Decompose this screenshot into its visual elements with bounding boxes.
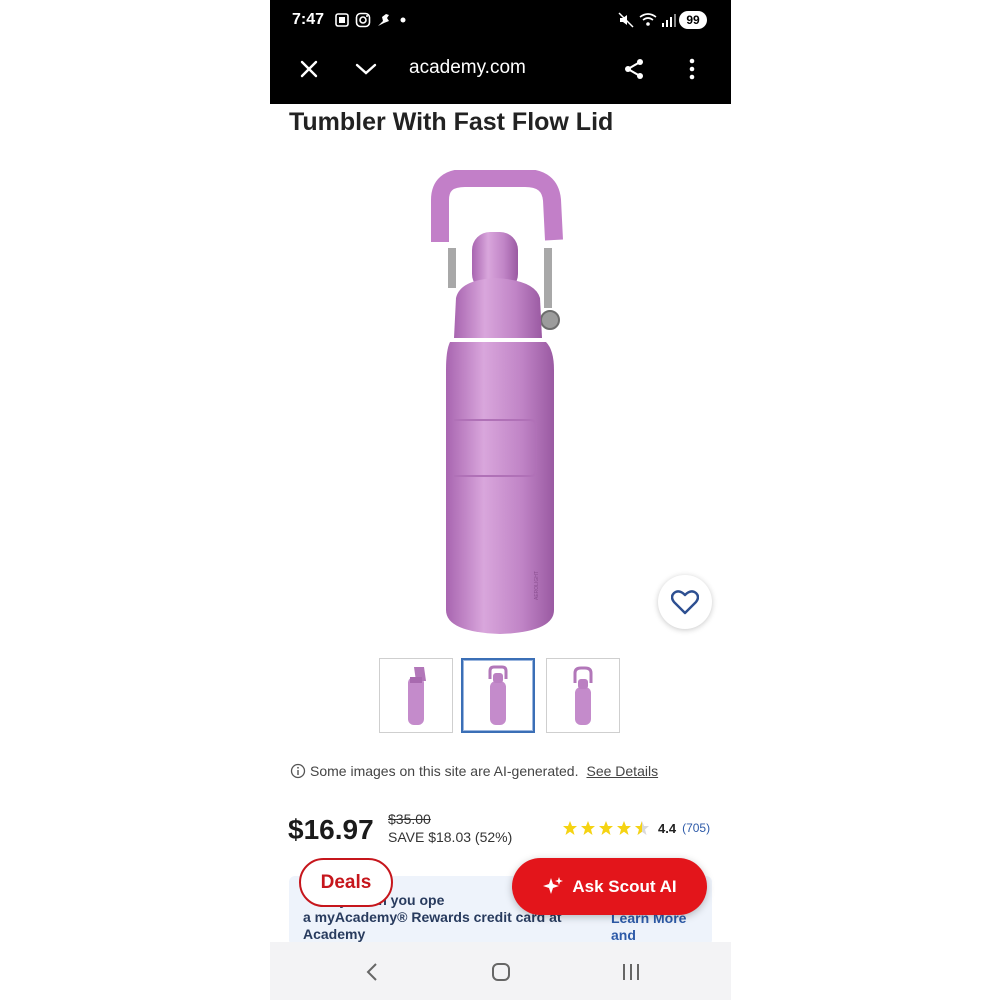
phone-screen: 7:47 99 academy.com Tumbler With Fast Fl… [270,0,731,1000]
home-button[interactable] [490,960,512,984]
heart-icon [671,590,699,615]
battery-indicator: 99 [679,11,707,29]
chevron-down-icon [355,63,377,75]
star-icon [617,821,631,835]
see-details-link[interactable]: See Details [586,763,658,779]
deals-button[interactable]: Deals [299,858,393,907]
home-icon [492,963,510,981]
ai-notice-text: Some images on this site are AI-generate… [310,763,579,779]
thumbnail-selected[interactable] [461,658,535,733]
ai-notice: Some images on this site are AI-generate… [290,763,658,779]
thumbnail-image [488,665,508,725]
star-icon [581,821,595,835]
mute-icon [618,12,634,28]
star-icon [599,821,613,835]
review-count-link[interactable]: (705) [682,821,710,835]
star-half-icon [635,821,649,835]
minimize-button[interactable] [353,56,379,82]
info-icon [290,763,306,779]
thumbnail-strip [379,658,621,734]
close-tab-button[interactable] [296,56,322,82]
wifi-icon [639,13,657,26]
ask-scout-ai-button[interactable]: Ask Scout AI [512,858,707,915]
back-icon [366,963,377,981]
browser-top-bar: 7:47 99 academy.com [270,0,731,104]
star-icon [563,821,577,835]
wishlist-button[interactable] [658,575,712,629]
thumbnail-image [573,666,593,725]
signal-icon [662,14,676,27]
current-price: $16.97 [288,814,374,845]
share-button[interactable] [621,56,647,82]
rating-value: 4.4 [658,820,677,836]
rating[interactable]: 4.4 (705) [562,820,710,836]
recents-icon [623,964,639,980]
thumbnail[interactable] [379,658,453,733]
share-icon [625,59,643,79]
credit-line-3: Academy [303,926,366,942]
ask-scout-label: Ask Scout AI [572,876,677,896]
instagram-icon [355,12,371,28]
savings-text: SAVE $18.03 (52%) [388,829,513,845]
thumbnail-image [408,666,426,725]
sparkle-icon [543,876,564,894]
product-title: Tumbler With Fast Flow Lid [289,108,614,136]
close-icon [300,60,318,78]
svg-text:AEROLIGHT: AEROLIGHT [534,571,540,600]
back-button[interactable] [362,960,382,984]
learn-more-link[interactable]: Learn More and [611,910,701,944]
dot-icon [400,17,406,23]
original-price: $35.00 [388,811,431,827]
status-time: 7:47 [292,11,325,28]
bird-icon [378,14,389,26]
url-bar[interactable]: academy.com [409,57,526,79]
more-options-button[interactable] [679,56,705,82]
recents-button[interactable] [620,960,642,984]
thumbnail[interactable] [546,658,620,733]
more-vertical-icon [689,58,695,80]
screenshot-icon [335,13,349,27]
product-image[interactable]: AEROLIGHT [420,170,580,650]
